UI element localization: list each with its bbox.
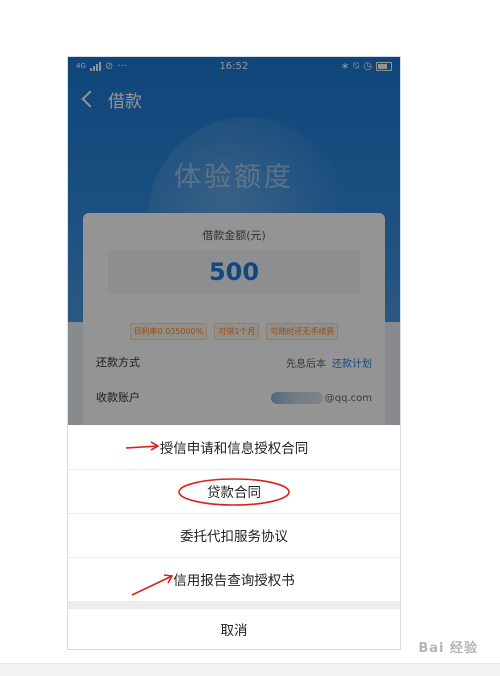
watermark-logo: Bai 经验 [418, 641, 478, 656]
sheet-divider [68, 601, 400, 609]
sheet-item-credit-authorization[interactable]: 授信申请和信息授权合同 [68, 425, 400, 470]
phone-screen: 4G ⊘ ··· 16:52 ∗ ⍉ ◷ 借款 体验额度 借款金额(元) 500… [68, 57, 400, 649]
action-sheet: 授信申请和信息授权合同 贷款合同 委托代扣服务协议 信用报告查询授权书 取消 [68, 425, 400, 649]
sheet-item-withholding-agreement[interactable]: 委托代扣服务协议 [68, 513, 400, 558]
sheet-item-loan-contract[interactable]: 贷款合同 [68, 469, 400, 514]
sheet-item-credit-report-authorization[interactable]: 信用报告查询授权书 [68, 557, 400, 602]
page-bottom-strip [0, 663, 500, 676]
cancel-button[interactable]: 取消 [68, 609, 400, 649]
